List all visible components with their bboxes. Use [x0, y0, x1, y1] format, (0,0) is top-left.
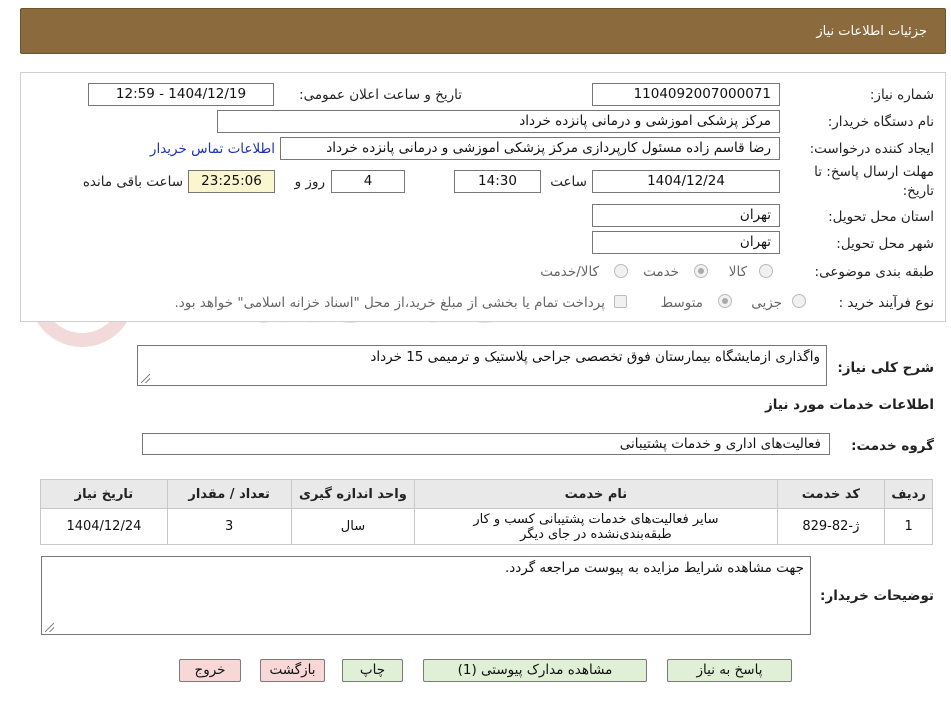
buyer-org-label: نام دستگاه خریدار: [827, 114, 934, 130]
summary-text: واگذاری ازمایشگاه بیمارستان فوق تخصصی جر… [370, 349, 820, 365]
resize-grip-icon[interactable] [45, 623, 54, 632]
summary-textarea[interactable]: واگذاری ازمایشگاه بیمارستان فوق تخصصی جر… [137, 345, 827, 386]
requester-label: ایجاد کننده درخواست: [809, 141, 934, 157]
category-option-service: خدمت [643, 264, 679, 280]
province-field[interactable]: تهران [592, 204, 780, 227]
process-radio-medium[interactable] [718, 294, 732, 308]
process-option-medium: متوسط [660, 295, 703, 311]
category-option-goods: کالا [728, 264, 747, 280]
reply-button[interactable]: پاسخ به نیاز [667, 659, 792, 682]
payment-checkbox[interactable] [614, 295, 627, 308]
resize-grip-icon[interactable] [141, 374, 150, 383]
buyer-contact-link[interactable]: اطلاعات تماس خریدار [150, 141, 275, 157]
table-row: 1 ژ-82-829 سایر فعالیت‌های خدمات پشتیبان… [40, 508, 933, 545]
cell-name: سایر فعالیت‌های خدمات پشتیبانی کسب و کار… [414, 508, 778, 545]
process-label: نوع فرآیند خرید : [838, 295, 934, 311]
cell-date: 1404/12/24 [40, 508, 168, 545]
deadline-date-field[interactable]: 1404/12/24 [592, 170, 780, 193]
cell-qty: 3 [166, 508, 292, 545]
category-radio-goods-service[interactable] [614, 264, 628, 278]
exit-button[interactable]: خروج [179, 659, 241, 682]
city-field[interactable]: تهران [592, 231, 780, 254]
category-option-goods-service: کالا/خدمت [540, 264, 599, 280]
page-title: جزئیات اطلاعات نیاز [816, 24, 927, 39]
view-attachments-button[interactable]: مشاهده مدارک پیوستی (1) [423, 659, 647, 682]
back-button[interactable]: بازگشت [260, 659, 325, 682]
col-qty: تعداد / مقدار [166, 479, 292, 509]
service-group-label: گروه خدمت: [851, 438, 934, 454]
need-number-label: شماره نیاز: [869, 87, 934, 103]
col-name: نام خدمت [414, 479, 778, 509]
category-radio-service[interactable] [694, 264, 708, 278]
deadline-label-date: تاریخ: [902, 183, 934, 199]
days-remaining-field[interactable]: 4 [331, 170, 405, 193]
province-label: استان محل تحویل: [828, 209, 934, 225]
buyer-notes-label: توضیحات خریدار: [820, 588, 934, 604]
table-header-row: ردیف کد خدمت نام خدمت واحد اندازه گیری ت… [40, 479, 933, 509]
deadline-label: مهلت ارسال پاسخ: تا [814, 164, 934, 180]
deadline-time-label: ساعت [550, 174, 587, 190]
service-group-field[interactable]: فعالیت‌های اداری و خدمات پشتیبانی [142, 433, 830, 455]
cell-name-line1: سایر فعالیت‌های خدمات پشتیبانی کسب و کار [473, 511, 719, 527]
cell-row: 1 [884, 508, 933, 545]
category-radio-goods[interactable] [759, 264, 773, 278]
col-date: تاریخ نیاز [40, 479, 168, 509]
process-option-minor: جزیی [751, 295, 782, 311]
need-number-field[interactable]: 1104092007000071 [592, 83, 780, 106]
col-row: ردیف [884, 479, 933, 509]
col-code: کد خدمت [776, 479, 886, 509]
services-section-title: اطلاعات خدمات مورد نیاز [764, 397, 934, 413]
buyer-org-field[interactable]: مرکز پزشکی اموزشی و درمانی پانزده خرداد [217, 110, 780, 133]
city-label: شهر محل تحویل: [836, 236, 934, 252]
category-label: طبقه بندی موضوعی: [814, 264, 934, 280]
announce-date-label: تاریخ و ساعت اعلان عمومی: [299, 87, 462, 103]
deadline-time-field[interactable]: 14:30 [454, 170, 541, 193]
cell-unit: سال [290, 508, 416, 545]
requester-field[interactable]: رضا قاسم زاده مسئول کارپردازی مرکز پزشکی… [280, 137, 780, 160]
payment-note: پرداخت تمام یا بخشی از مبلغ خرید،از محل … [174, 295, 605, 311]
services-table: ردیف کد خدمت نام خدمت واحد اندازه گیری ت… [40, 479, 933, 545]
page-header: جزئیات اطلاعات نیاز [20, 8, 946, 54]
remaining-time-label: ساعت باقی مانده [82, 174, 183, 190]
buyer-notes-textarea[interactable]: جهت مشاهده شرایط مزایده به پیوست مراجعه … [41, 556, 811, 635]
summary-label: شرح کلی نیاز: [837, 360, 934, 376]
cell-name-line2: طبقه‌بندی‌نشده در جای دیگر [520, 526, 672, 542]
announce-date-field[interactable]: 1404/12/19 - 12:59 [88, 83, 274, 106]
cell-code: ژ-82-829 [776, 508, 886, 545]
col-unit: واحد اندازه گیری [290, 479, 416, 509]
print-button[interactable]: چاپ [342, 659, 403, 682]
process-radio-minor[interactable] [792, 294, 806, 308]
days-label: روز و [294, 174, 325, 190]
buyer-notes-text: جهت مشاهده شرایط مزایده به پیوست مراجعه … [504, 560, 804, 576]
remaining-time-field[interactable]: 23:25:06 [188, 170, 275, 193]
